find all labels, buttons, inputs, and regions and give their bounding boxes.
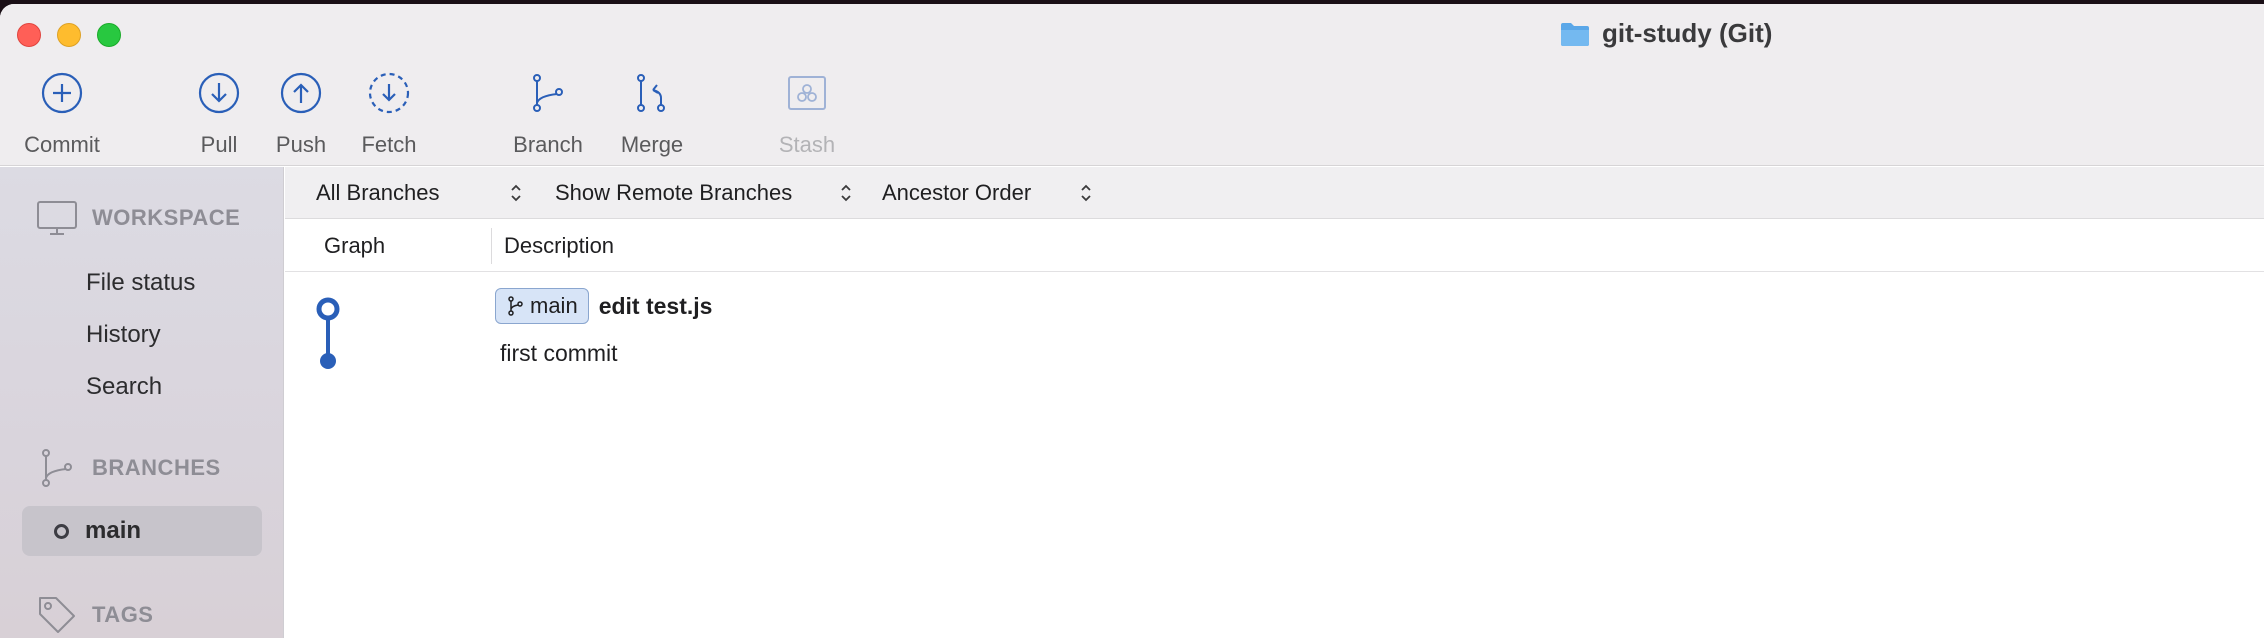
chevron-updown-icon[interactable] bbox=[840, 182, 852, 204]
graph-node[interactable] bbox=[320, 353, 336, 369]
branch-tag[interactable]: main bbox=[495, 288, 589, 324]
workspace-label: WORKSPACE bbox=[92, 205, 241, 230]
graph-node-head[interactable] bbox=[316, 297, 340, 321]
push-label: Push bbox=[275, 132, 327, 157]
branch-label: Branch bbox=[513, 132, 583, 157]
tags-section-header[interactable]: TAGS bbox=[36, 594, 153, 636]
arrow-down-circle-icon bbox=[198, 72, 240, 114]
description-column-header[interactable]: Description bbox=[504, 220, 614, 272]
minimize-button[interactable] bbox=[57, 23, 81, 47]
commit-graph bbox=[316, 297, 340, 369]
branch-icon bbox=[508, 296, 523, 316]
branches-label: BRANCHES bbox=[92, 455, 221, 480]
chevron-updown-icon[interactable] bbox=[1080, 182, 1092, 204]
filter-bar: All Branches Show Remote Branches Ancest… bbox=[285, 167, 2264, 219]
commit-label: Commit bbox=[24, 132, 100, 157]
branches-section-header[interactable]: BRANCHES bbox=[36, 447, 221, 489]
chevron-updown-icon[interactable] bbox=[510, 182, 522, 204]
plus-circle-icon bbox=[41, 72, 83, 114]
arrow-up-circle-icon bbox=[280, 72, 322, 114]
branch-name: main bbox=[85, 517, 142, 544]
branch-icon bbox=[42, 449, 72, 487]
remote-branches-select[interactable]: Show Remote Branches bbox=[555, 167, 792, 219]
commit-row[interactable]: first commit bbox=[500, 340, 618, 367]
order-value: Ancestor Order bbox=[882, 180, 1032, 205]
folder-icon bbox=[1561, 22, 1589, 46]
window-title-group: git-study (Git) bbox=[1560, 18, 1772, 49]
sidebar: WORKSPACE File status History Search BRA… bbox=[0, 167, 284, 638]
pull-label: Pull bbox=[200, 132, 238, 157]
branches-filter-value: All Branches bbox=[316, 180, 440, 205]
sidebar-item-branch-main[interactable]: main bbox=[22, 506, 262, 556]
branches-filter-select[interactable]: All Branches bbox=[316, 167, 440, 219]
sidebar-item-history[interactable]: History bbox=[86, 321, 161, 349]
commit-message: first commit bbox=[500, 340, 618, 366]
remote-branches-value: Show Remote Branches bbox=[555, 180, 793, 205]
zoom-button[interactable] bbox=[97, 23, 121, 47]
sidebar-item-file-status[interactable]: File status bbox=[86, 269, 195, 297]
branch-tag-label: main bbox=[530, 293, 578, 318]
merge-button[interactable]: Merge bbox=[597, 70, 707, 158]
close-button[interactable] bbox=[17, 23, 41, 47]
app-window: git-study (Git) Commit Pull Push Fetch B… bbox=[0, 4, 2264, 638]
workspace-section-header[interactable]: WORKSPACE bbox=[36, 197, 240, 239]
graph-column-header[interactable]: Graph bbox=[324, 220, 385, 272]
commit-button[interactable]: Commit bbox=[7, 70, 117, 158]
toolbar: git-study (Git) Commit Pull Push Fetch B… bbox=[0, 4, 2264, 166]
branch-button[interactable]: Branch bbox=[493, 70, 603, 158]
commit-message: edit test.js bbox=[598, 292, 713, 319]
column-header: Graph Description bbox=[285, 220, 2264, 272]
monitor-icon bbox=[37, 201, 77, 235]
fetch-label: Fetch bbox=[361, 132, 417, 157]
stash-label: Stash bbox=[778, 132, 836, 157]
order-select[interactable]: Ancestor Order bbox=[882, 167, 1031, 219]
window-title: git-study (Git) bbox=[1602, 18, 1773, 48]
stash-icon bbox=[788, 76, 826, 110]
column-divider[interactable] bbox=[491, 228, 492, 264]
tag-icon bbox=[39, 597, 75, 633]
sidebar-item-search[interactable]: Search bbox=[86, 373, 162, 401]
fetch-button[interactable]: Fetch bbox=[334, 70, 444, 158]
tags-label: TAGS bbox=[92, 602, 154, 627]
current-branch-indicator bbox=[54, 523, 69, 539]
stash-button[interactable]: Stash bbox=[752, 70, 862, 158]
branch-icon bbox=[533, 74, 563, 112]
dashed-arrow-down-circle-icon bbox=[368, 72, 410, 114]
merge-icon bbox=[637, 74, 665, 112]
commit-row[interactable]: main edit test.js bbox=[495, 288, 712, 324]
merge-label: Merge bbox=[620, 132, 684, 157]
